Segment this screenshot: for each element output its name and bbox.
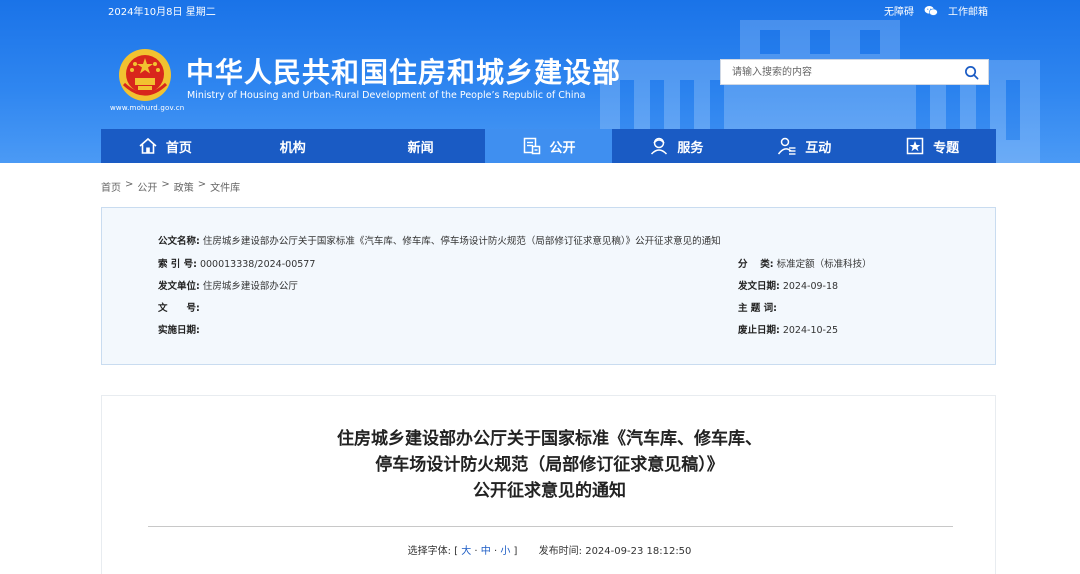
nav-item-interaction[interactable]: 互动 — [740, 129, 868, 163]
nav-label: 服务 — [677, 140, 704, 156]
article-title-line: 停车场设计防火规范（局部修订征求意见稿）》 — [375, 455, 724, 475]
topic-icon — [906, 137, 924, 155]
wechat-icon[interactable] — [924, 5, 938, 17]
search-icon — [964, 65, 978, 79]
nav-label: 机构 — [279, 140, 306, 156]
search-box — [720, 59, 989, 85]
info-value: 2024-10-25 — [782, 325, 839, 336]
font-size-small-button[interactable]: 小 — [500, 546, 510, 557]
publish-label: 发布时间: — [538, 546, 583, 557]
info-expire-date: 废止日期: 2024-10-25 — [738, 322, 838, 336]
nav-item-organization[interactable]: 机构 — [229, 129, 357, 163]
document-icon — [523, 137, 540, 155]
title-divider — [148, 526, 953, 527]
info-value: 住房城乡建设部办公厅 — [202, 281, 298, 292]
font-size-large-button[interactable]: 大 — [461, 546, 471, 557]
info-label: 废止日期: — [738, 325, 780, 336]
info-label: 主 题 词: — [738, 303, 777, 314]
info-doc-number: 文 号: — [158, 300, 200, 314]
nav-label: 首页 — [165, 140, 192, 156]
interaction-icon — [778, 137, 796, 155]
site-subtitle: Ministry of Housing and Urban-Rural Deve… — [187, 90, 586, 101]
info-value: 000013338/2024-00577 — [199, 259, 316, 270]
info-doc-name: 公文名称: 住房城乡建设部办公厅关于国家标准《汽车库、修车库、停车场设计防火规范… — [158, 233, 721, 247]
breadcrumb: 首页 > 公开 > 政策 > 文件库 — [101, 179, 241, 194]
info-index: 索 引 号: 000013338/2024-00577 — [158, 256, 315, 270]
info-label: 公文名称: — [158, 236, 200, 247]
article-content: 住房城乡建设部办公厅关于国家标准《汽车库、修车库、 停车场设计防火规范（局部修订… — [101, 395, 996, 574]
info-issuer: 发文单位: 住房城乡建设部办公厅 — [158, 278, 298, 292]
info-label: 发文单位: — [158, 281, 200, 292]
info-category: 分 类: 标准定额（标准科技） — [738, 256, 872, 270]
service-icon — [651, 137, 668, 155]
nav-item-public[interactable]: 公开 — [484, 129, 613, 163]
nav-label: 互动 — [805, 140, 832, 156]
info-label: 发文日期: — [738, 281, 780, 292]
info-value: 2024-09-18 — [782, 281, 839, 292]
info-subject: 主 题 词: — [738, 300, 777, 314]
info-issue-date: 发文日期: 2024-09-18 — [738, 278, 838, 292]
font-size-medium-button[interactable]: 中 — [481, 546, 491, 557]
article-title-line: 公开征求意见的通知 — [473, 481, 626, 501]
breadcrumb-policy[interactable]: 政策 — [174, 179, 194, 194]
publish-time: 2024-09-23 18:12:50 — [585, 546, 692, 557]
work-mail-link[interactable]: 工作邮箱 — [948, 3, 988, 18]
breadcrumb-library[interactable]: 文件库 — [210, 179, 240, 194]
info-label: 实施日期: — [158, 325, 200, 336]
topbar-links: 无障碍 工作邮箱 — [884, 3, 988, 18]
info-label: 文 号: — [158, 303, 200, 314]
nav-item-topic[interactable]: 专题 — [868, 129, 996, 163]
site-url: www.mohurd.gov.cn — [110, 104, 185, 112]
info-value: 住房城乡建设部办公厅关于国家标准《汽车库、修车库、停车场设计防火规范（局部修订征… — [202, 236, 721, 247]
nav-item-home[interactable]: 首页 — [101, 129, 229, 163]
national-emblem-icon[interactable] — [118, 48, 172, 102]
site-title[interactable]: 中华人民共和国住房和城乡建设部 — [186, 51, 621, 91]
current-date: 2024年10月8日 星期二 — [108, 7, 216, 18]
font-select-label: 选择字体: — [407, 546, 451, 557]
main-nav: 首页 机构 新闻 公开 服务 互动 专题 — [101, 129, 996, 163]
breadcrumb-home[interactable]: 首页 — [101, 179, 121, 194]
document-info-panel: 公文名称: 住房城乡建设部办公厅关于国家标准《汽车库、修车库、停车场设计防火规范… — [101, 207, 996, 365]
breadcrumb-public[interactable]: 公开 — [137, 179, 157, 194]
search-button[interactable] — [954, 60, 988, 84]
accessibility-link[interactable]: 无障碍 — [884, 3, 914, 18]
nav-label: 专题 — [933, 140, 960, 156]
nav-item-service[interactable]: 服务 — [612, 129, 740, 163]
nav-item-news[interactable]: 新闻 — [357, 129, 485, 163]
info-label: 分 类: — [738, 259, 774, 270]
nav-label: 新闻 — [407, 140, 434, 156]
home-icon — [139, 137, 157, 154]
article-title-line: 住房城乡建设部办公厅关于国家标准《汽车库、修车库、 — [337, 429, 762, 449]
nav-label: 公开 — [549, 140, 576, 156]
info-effective-date: 实施日期: — [158, 322, 200, 336]
article-title: 住房城乡建设部办公厅关于国家标准《汽车库、修车库、 停车场设计防火规范（局部修订… — [102, 426, 997, 504]
info-value: 标准定额（标准科技） — [776, 259, 872, 270]
info-label: 索 引 号: — [158, 259, 197, 270]
article-meta: 选择字体: [ 大 · 中 · 小 ] 发布时间: 2024-09-23 18:… — [407, 546, 692, 557]
search-input[interactable] — [721, 60, 954, 84]
